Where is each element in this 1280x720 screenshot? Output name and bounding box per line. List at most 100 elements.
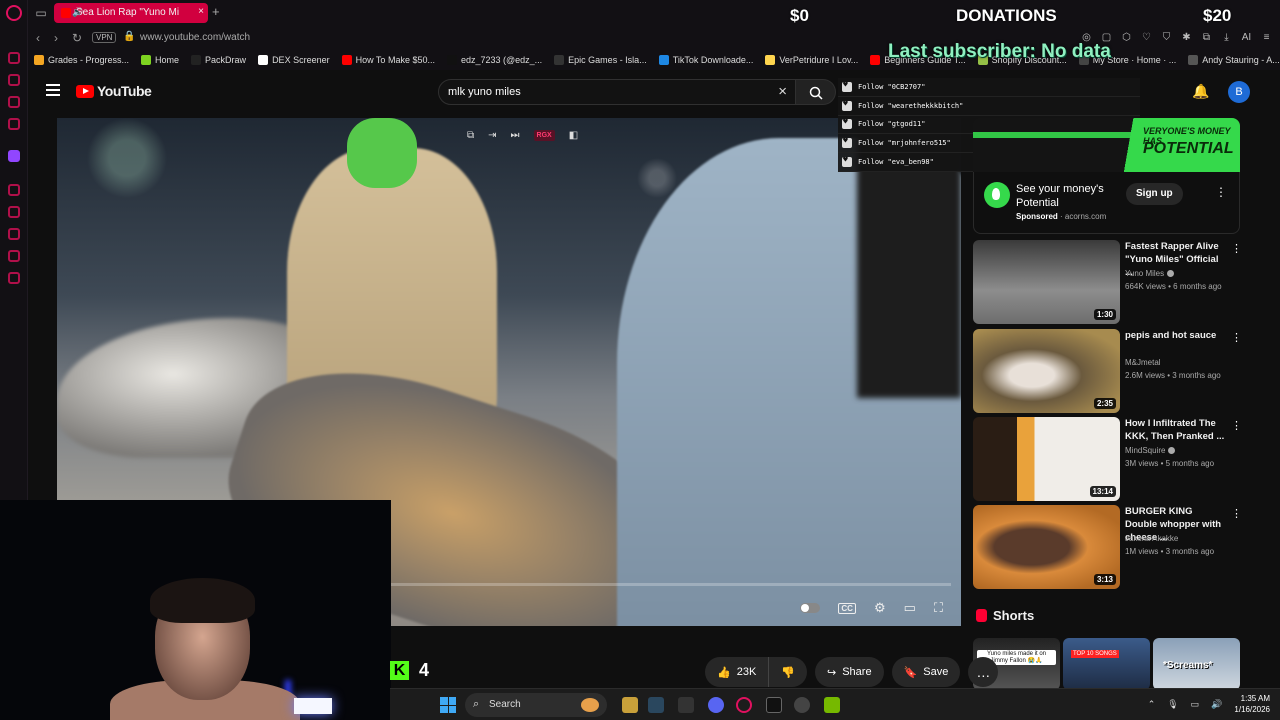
bookmark-item[interactable]: DEX Screener [258, 55, 330, 65]
sidebar-settings-icon[interactable] [8, 272, 20, 284]
sidebar-bookmark-icon[interactable] [8, 206, 20, 218]
discord-icon[interactable] [708, 697, 724, 713]
video-thumbnail[interactable]: 2:35 [973, 329, 1120, 413]
ad-banner[interactable]: VERYONE'S MONEY HAS POTENTIAL [973, 118, 1240, 172]
back-icon[interactable]: ‹ [36, 31, 40, 45]
video-title[interactable]: How I Infiltrated The KKK, Then Pranked … [1125, 417, 1225, 443]
search-input[interactable]: mlk yuno miles × [438, 79, 796, 105]
bookmark-item[interactable]: VerPetridure I Lov... [765, 55, 858, 65]
exit-icon[interactable]: ⇥ [488, 130, 496, 141]
nvidia-icon[interactable] [824, 697, 840, 713]
channel-name[interactable]: M&Jmetal [1125, 358, 1161, 367]
video-more-icon[interactable]: ⋮ [1231, 419, 1242, 432]
steam-icon[interactable] [648, 697, 664, 713]
sidebar-twitch-icon[interactable] [8, 150, 20, 162]
short-card[interactable]: TOP 10 SONGS [1063, 638, 1150, 690]
sign-up-button[interactable]: Sign up [1126, 183, 1183, 205]
bookmark-item[interactable]: Epic Games - Isla... [554, 55, 647, 65]
ai-icon[interactable]: AI [1241, 32, 1252, 43]
bookmark-item[interactable]: Andy Stauring - A... [1188, 55, 1280, 65]
recommended-video[interactable]: 3:13 BURGER KING Double whopper with chee… [973, 505, 1243, 589]
search-button[interactable] [796, 79, 836, 105]
clock[interactable]: 1:35 AM 1/16/2026 [1234, 693, 1270, 715]
file-explorer-icon[interactable] [622, 697, 638, 713]
hamburger-menu-icon[interactable] [46, 84, 60, 96]
share-button[interactable]: ↪ Share [814, 657, 884, 687]
tray-chevron-icon[interactable]: ⌃ [1148, 699, 1156, 710]
like-button[interactable]: 👍 23K [705, 657, 770, 687]
theater-mode-icon[interactable]: ▭ [904, 600, 916, 616]
dislike-button[interactable]: 👎 [769, 657, 807, 687]
captions-icon[interactable]: CC [838, 602, 856, 614]
clear-search-icon[interactable]: × [778, 83, 787, 100]
vpn-badge[interactable]: VPN [92, 32, 117, 43]
opera-gx-logo-icon[interactable] [6, 5, 22, 21]
sidebar-player-icon[interactable] [8, 184, 20, 196]
save-button[interactable]: 🔖 Save [891, 657, 961, 687]
avatar[interactable]: B [1228, 81, 1250, 103]
video-title[interactable]: pepis and hot sauce [1125, 329, 1225, 342]
taskbar-search[interactable]: ⌕ Search [465, 693, 607, 717]
obs-icon[interactable] [794, 697, 810, 713]
speaker-icon[interactable]: 🔊 [72, 7, 83, 18]
cube-icon[interactable]: ⬡ [1121, 32, 1132, 43]
ad-card[interactable]: See your money's Potential Sponsored · a… [973, 172, 1240, 234]
sidebar-messenger-icon[interactable] [8, 74, 20, 86]
heart-icon[interactable]: ♡ [1141, 32, 1152, 43]
more-actions-button[interactable]: … [968, 657, 999, 687]
notifications-bell-icon[interactable]: 🔔 [1192, 83, 1209, 100]
tab-close-icon[interactable]: × [198, 6, 204, 17]
sidebar-mail-icon[interactable] [8, 118, 20, 130]
shield-icon[interactable]: ⛉ [1161, 32, 1172, 43]
bookmark-item[interactable]: Grades - Progress... [34, 55, 129, 65]
epic-games-icon[interactable] [766, 697, 782, 713]
bookmark-item[interactable]: PackDraw [191, 55, 246, 65]
bookmark-item[interactable]: Home [141, 55, 179, 65]
tab-menu-icon[interactable]: ▭ [34, 6, 48, 20]
popout-icon[interactable]: ⧉ [467, 130, 474, 141]
reload-icon[interactable]: ↻ [72, 31, 82, 45]
bookmark-item[interactable]: edz_7233 (@edz_... [446, 55, 542, 65]
new-tab-button[interactable]: + [212, 4, 220, 19]
tab-active[interactable]: 🔊 Sea Lion Rap "Yuno Mi × [54, 3, 208, 23]
settings-gear-icon[interactable]: ⚙ [874, 600, 886, 616]
channel-name[interactable]: Yuno Miles [1125, 269, 1164, 278]
url-field[interactable]: www.youtube.com/watch [140, 32, 250, 43]
sidebar-cube-icon[interactable] [8, 250, 20, 262]
recommended-video[interactable]: 13:14 How I Infiltrated The KKK, Then Pra… [973, 417, 1243, 501]
lock-icon[interactable]: 🔒 [123, 31, 135, 42]
video-more-icon[interactable]: ⋮ [1231, 507, 1242, 520]
channel-name[interactable]: MindSquire [1125, 446, 1165, 455]
video-more-icon[interactable]: ⋮ [1231, 331, 1242, 344]
bookmark-item[interactable]: How To Make $50... [341, 55, 435, 65]
ad-more-icon[interactable]: ⋮ [1215, 185, 1227, 199]
channel-name[interactable]: Jakeka Akakke [1125, 534, 1178, 543]
app-icon[interactable] [678, 697, 694, 713]
recommended-video[interactable]: 1:30 Fastest Rapper Alive "Yuno Miles" Of… [973, 240, 1243, 324]
short-card[interactable]: *Screams* [1153, 638, 1240, 690]
autoplay-toggle[interactable] [800, 603, 821, 613]
video-thumbnail[interactable]: 13:14 [973, 417, 1120, 501]
sidebar-instagram-icon[interactable] [8, 96, 20, 108]
miniplayer-icon[interactable]: ◧ [569, 130, 578, 141]
download-icon[interactable]: ⤓ [1221, 32, 1232, 43]
youtube-logo[interactable]: YouTube [76, 83, 152, 99]
puzzle-icon[interactable]: ⧉ [1201, 32, 1212, 43]
extension-icon[interactable]: ✱ [1181, 32, 1192, 43]
mic-icon[interactable]: 🎙 [1167, 699, 1178, 710]
video-thumbnail[interactable]: 3:13 [973, 505, 1120, 589]
sidebar-clock-icon[interactable] [8, 228, 20, 240]
volume-icon[interactable]: 🔊 [1211, 699, 1222, 710]
windows-start-icon[interactable] [440, 697, 456, 713]
next-icon[interactable]: ⏭ [511, 130, 520, 141]
opera-gx-icon[interactable] [736, 697, 752, 713]
network-icon[interactable]: ▭ [1191, 699, 1200, 710]
video-thumbnail[interactable]: 1:30 [973, 240, 1120, 324]
menu-icon[interactable]: ≡ [1261, 32, 1272, 43]
forward-icon[interactable]: › [54, 31, 58, 45]
bookmark-item[interactable]: TikTok Downloade... [658, 55, 753, 65]
sidebar-history-icon[interactable] [8, 52, 20, 64]
recommended-video[interactable]: 2:35 pepis and hot sauce M&Jmetal 2.6M view… [973, 329, 1243, 413]
video-more-icon[interactable]: ⋮ [1231, 242, 1242, 255]
rgx-button[interactable]: RGX [533, 130, 555, 141]
